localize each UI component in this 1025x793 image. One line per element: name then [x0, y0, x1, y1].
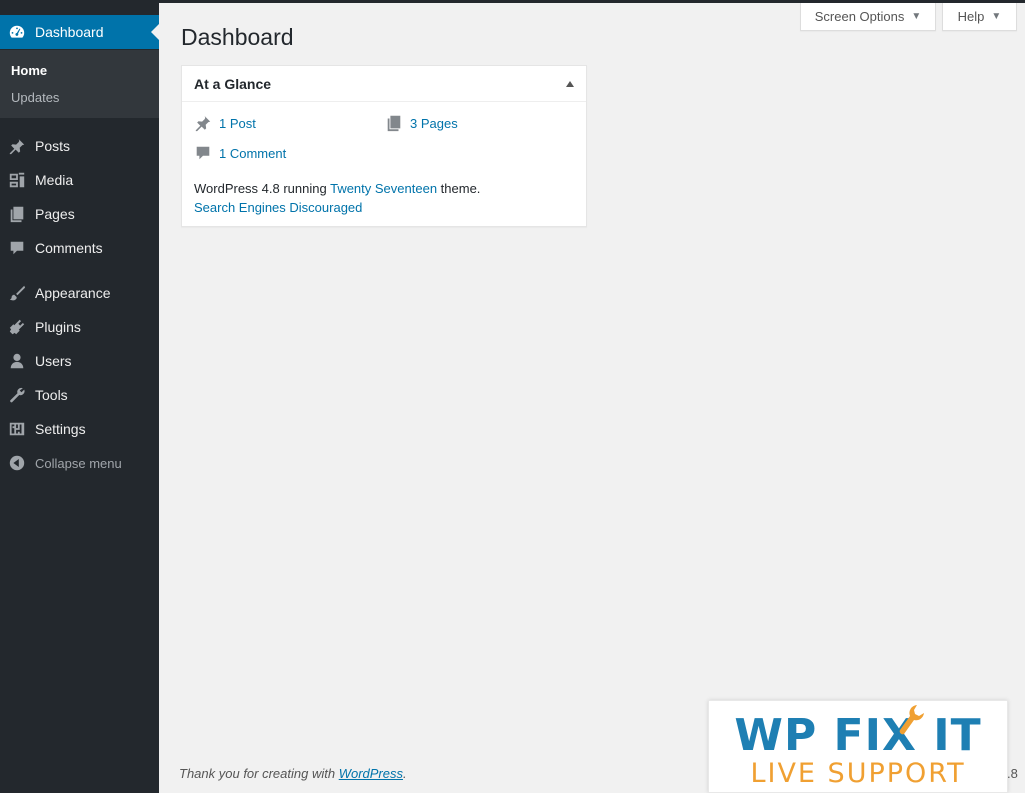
menu-label: Posts — [35, 138, 71, 154]
menu-label: Appearance — [35, 285, 111, 301]
menu-item-pages[interactable]: Pages — [0, 197, 159, 231]
submenu-item-home[interactable]: Home — [11, 63, 47, 78]
glance-pages-link[interactable]: 3 Pages — [385, 114, 458, 132]
screen-options-button[interactable]: Screen Options ▼ — [800, 3, 936, 31]
glance-pages-label: 3 Pages — [410, 115, 458, 131]
menu-item-users[interactable]: Users — [0, 344, 159, 378]
menu-item-media[interactable]: Media — [0, 163, 159, 197]
wp-version-text: WordPress 4.8 running Twenty Seventeen t… — [194, 181, 480, 196]
version-suffix: theme. — [437, 181, 481, 196]
pages-icon — [387, 115, 401, 132]
menu-label: Users — [35, 353, 72, 369]
glance-comments-label: 1 Comment — [219, 145, 287, 161]
help-label: Help — [957, 9, 985, 24]
menu-item-posts[interactable]: Posts — [0, 129, 159, 163]
pages-icon — [7, 204, 27, 224]
footer-thanks: Thank you for creating with WordPress. — [179, 766, 407, 781]
menu-item-settings[interactable]: Settings — [0, 412, 159, 446]
caret-up-icon — [566, 81, 574, 87]
comment-icon — [196, 146, 210, 160]
menu-item-tools[interactable]: Tools — [0, 378, 159, 412]
glance-posts-link[interactable]: 1 Post — [194, 114, 256, 132]
menu-item-plugins[interactable]: Plugins — [0, 310, 159, 344]
media-icon — [7, 170, 27, 190]
pushpin-icon — [195, 115, 211, 132]
menu-item-comments[interactable]: Comments — [0, 231, 159, 265]
badge-line1: WP FIX IT — [734, 710, 982, 761]
footer-version: .8 — [1007, 766, 1018, 781]
help-button[interactable]: Help ▼ — [942, 3, 1017, 31]
menu-item-appearance[interactable]: Appearance — [0, 276, 159, 310]
screen-options-label: Screen Options — [814, 9, 905, 24]
glance-comments-link[interactable]: 1 Comment — [194, 144, 286, 162]
menu-label: Pages — [35, 206, 75, 222]
thanks-prefix: Thank you for creating with — [179, 766, 339, 781]
caret-down-icon: ▼ — [991, 11, 1002, 22]
search-engines-discouraged-link[interactable]: Search Engines Discouraged — [194, 200, 362, 215]
menu-label: Dashboard — [35, 24, 104, 40]
thanks-suffix: . — [403, 766, 407, 781]
menu-label: Settings — [35, 421, 86, 437]
page-title: Dashboard — [181, 24, 294, 50]
submenu-item-updates[interactable]: Updates — [11, 90, 59, 105]
widget-title: At a Glance — [194, 75, 272, 92]
menu-label: Plugins — [35, 319, 81, 335]
menu-label: Tools — [35, 387, 68, 403]
menu-item-dashboard[interactable]: Dashboard — [0, 15, 159, 49]
paintbrush-icon — [7, 283, 27, 303]
glance-posts-label: 1 Post — [219, 115, 256, 131]
collapse-icon — [7, 453, 27, 473]
dashboard-submenu: Home Updates — [0, 50, 159, 118]
wrench-logo-icon — [899, 705, 924, 735]
badge-line2: LIVE SUPPORT — [750, 758, 966, 789]
wordpress-link[interactable]: WordPress — [339, 766, 403, 781]
widget-toggle-button[interactable] — [564, 78, 576, 90]
theme-link[interactable]: Twenty Seventeen — [330, 181, 437, 196]
user-icon — [7, 351, 27, 371]
collapse-menu-button[interactable]: Collapse menu — [0, 446, 159, 480]
admin-sidebar: Dashboard Home Updates Posts Media Pages… — [0, 3, 159, 793]
dashboard-icon — [7, 22, 27, 42]
collapse-label: Collapse menu — [35, 455, 122, 471]
caret-down-icon: ▼ — [911, 11, 922, 22]
pushpin-icon — [7, 136, 27, 156]
menu-label: Media — [35, 172, 74, 188]
wp-fix-it-badge[interactable]: WP FIX IT LIVE SUPPORT — [708, 700, 1008, 793]
version-prefix: WordPress 4.8 running — [194, 181, 331, 196]
wrench-icon — [7, 385, 27, 405]
comment-icon — [7, 238, 27, 258]
settings-icon — [7, 419, 27, 439]
menu-label: Comments — [35, 240, 103, 256]
plugin-icon — [7, 317, 27, 337]
widget-header[interactable]: At a Glance — [182, 66, 586, 102]
at-a-glance-widget: At a Glance 1 Post 3 Pages 1 Comment Wor… — [181, 65, 587, 227]
